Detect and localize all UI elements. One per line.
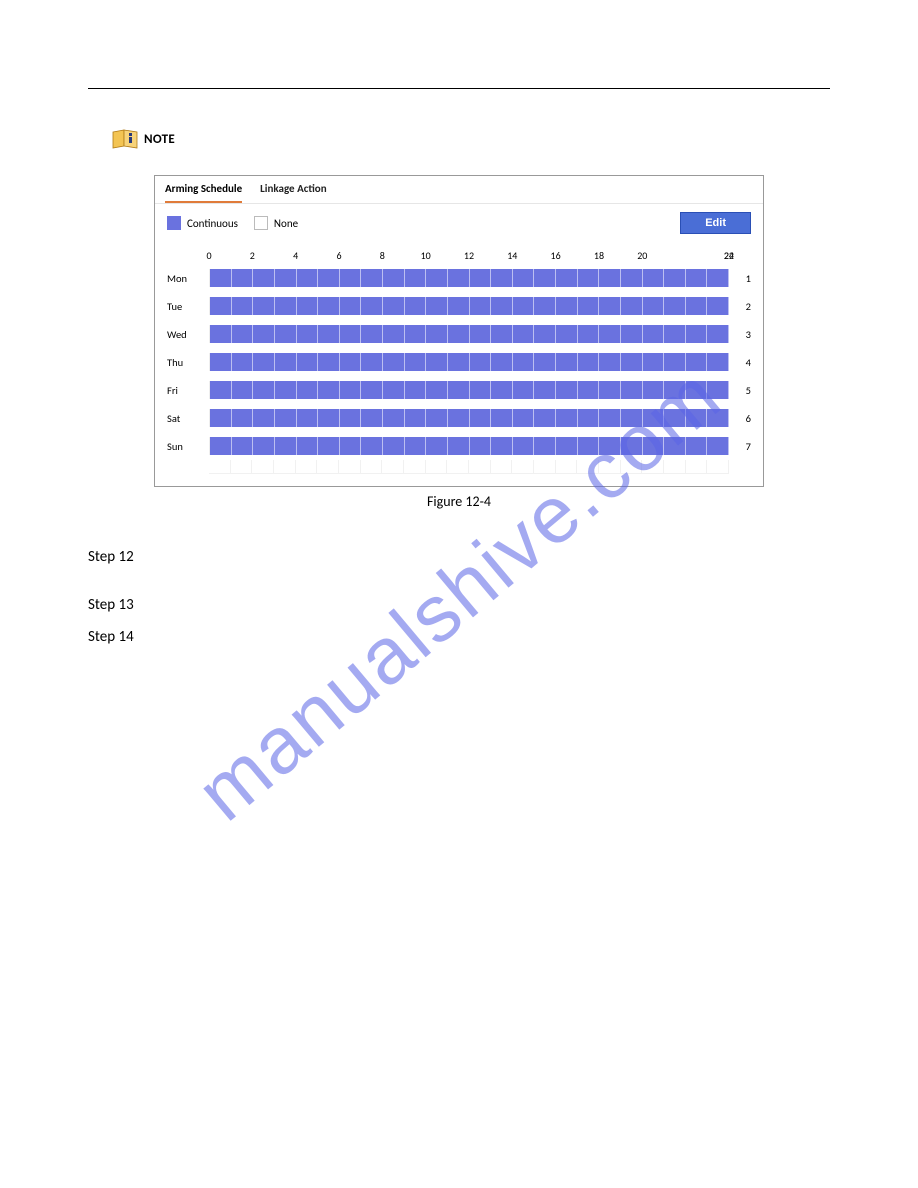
hour-tick: 8	[380, 249, 385, 262]
day-label: Tue	[167, 300, 209, 313]
day-row[interactable]: Mon 1	[167, 264, 751, 292]
step-14: Step 14	[88, 628, 830, 646]
day-schedule-bar[interactable]	[209, 325, 729, 343]
legend-none[interactable]: None	[254, 216, 298, 230]
tab-linkage-action[interactable]: Linkage Action	[260, 182, 326, 203]
day-row[interactable]: Sat 6	[167, 404, 751, 432]
figure-caption: Figure 12-4	[154, 493, 764, 510]
legend-label: None	[274, 217, 298, 230]
hour-axis: 024681012141618202224	[209, 242, 729, 264]
day-label: Sun	[167, 440, 209, 453]
day-index: 6	[735, 412, 751, 425]
horizontal-rule	[88, 88, 830, 89]
legend-continuous[interactable]: Continuous	[167, 216, 238, 230]
day-rows-container: Mon 1 Tue 2 Wed 3 Thu 4 Fri 5 Sat 6 Sun 7	[167, 264, 751, 460]
edit-button[interactable]: Edit	[680, 212, 751, 234]
day-row[interactable]: Wed 3	[167, 320, 751, 348]
schedule-chart: 024681012141618202224 Mon1Tue2Wed3Thu4Fr…	[155, 242, 763, 486]
hour-tick: 24	[724, 249, 734, 262]
day-schedule-bar[interactable]	[209, 437, 729, 455]
day-label: Mon	[167, 272, 209, 285]
note-icon	[112, 129, 138, 149]
day-schedule-bar[interactable]	[209, 269, 729, 287]
hour-tick: 12	[464, 249, 474, 262]
day-schedule-bar[interactable]	[209, 409, 729, 427]
legend-label: Continuous	[187, 217, 238, 230]
day-index: 2	[735, 300, 751, 313]
hour-tick: 16	[551, 249, 561, 262]
hour-tick: 0	[206, 249, 211, 262]
day-index: 5	[735, 384, 751, 397]
day-index: 3	[735, 328, 751, 341]
day-row[interactable]: Thu 4	[167, 348, 751, 376]
hour-tick: 2	[250, 249, 255, 262]
day-row[interactable]: Fri 5	[167, 376, 751, 404]
tab-arming-schedule[interactable]: Arming Schedule	[165, 182, 242, 203]
tab-row: Arming Schedule Linkage Action	[155, 176, 763, 204]
day-label: Sat	[167, 412, 209, 425]
note-label: NOTE	[144, 132, 175, 147]
tab-label: Arming Schedule	[165, 182, 242, 195]
hour-tick: 4	[293, 249, 298, 262]
hour-tick: 14	[507, 249, 517, 262]
hour-tick: 20	[637, 249, 647, 262]
hour-tick: 18	[594, 249, 604, 262]
day-schedule-bar[interactable]	[209, 297, 729, 315]
day-schedule-bar[interactable]	[209, 381, 729, 399]
none-swatch-icon	[254, 216, 268, 230]
button-label: Edit	[705, 217, 726, 229]
continuous-swatch-icon	[167, 216, 181, 230]
empty-grid-row	[209, 460, 729, 474]
note-callout: NOTE	[112, 129, 830, 149]
step-12: Step 12	[88, 548, 830, 566]
arming-schedule-panel: Arming Schedule Linkage Action Continuou…	[154, 175, 764, 487]
day-row[interactable]: Sun 7	[167, 432, 751, 460]
hour-tick: 10	[421, 249, 431, 262]
day-label: Thu	[167, 356, 209, 369]
day-index: 4	[735, 356, 751, 369]
tab-label: Linkage Action	[260, 182, 326, 195]
legend-row: Continuous None Edit	[155, 204, 763, 242]
day-label: Wed	[167, 328, 209, 341]
day-row[interactable]: Tue 2	[167, 292, 751, 320]
step-13: Step 13	[88, 596, 830, 614]
day-label: Fri	[167, 384, 209, 397]
steps-block: Step 12 Step 13 Step 14	[88, 548, 830, 646]
day-schedule-bar[interactable]	[209, 353, 729, 371]
hour-tick: 6	[336, 249, 341, 262]
day-index: 1	[735, 272, 751, 285]
day-index: 7	[735, 440, 751, 453]
